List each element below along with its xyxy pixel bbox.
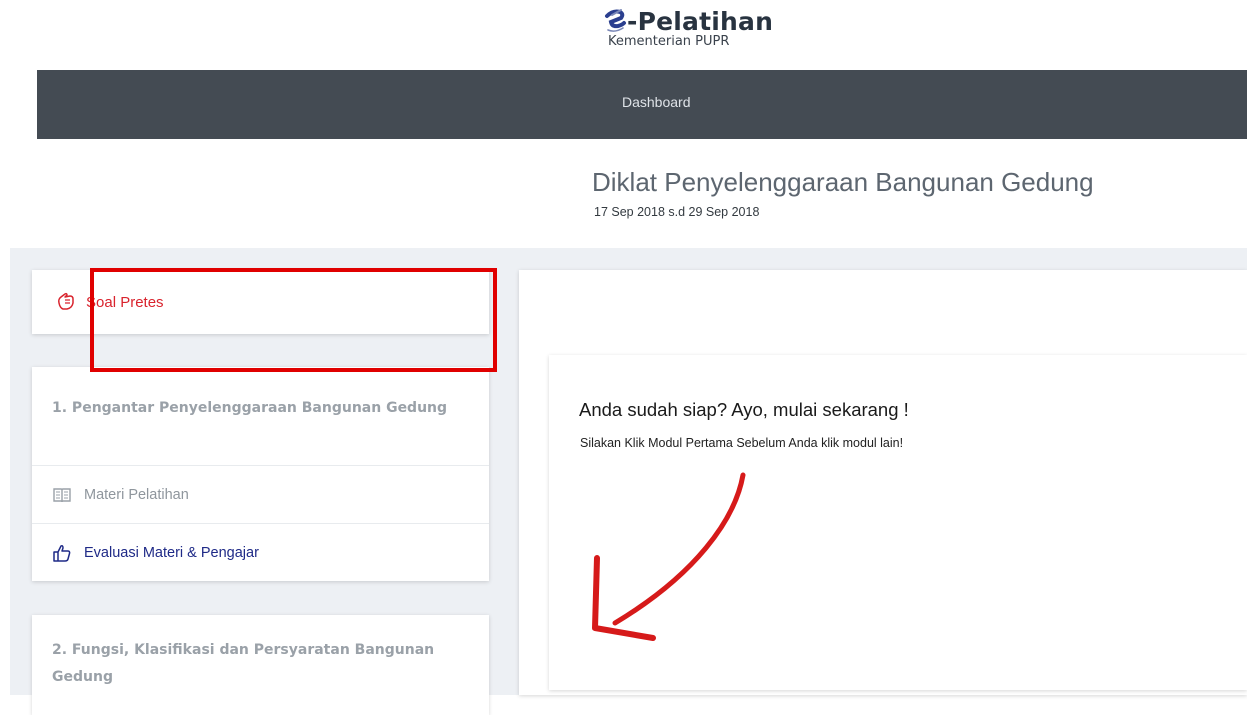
materi-pelatihan-item[interactable]: Materi Pelatihan: [32, 465, 489, 524]
course-dates: 17 Sep 2018 s.d 29 Sep 2018: [594, 205, 760, 219]
pretest-hand-icon: [58, 292, 74, 310]
brand-logo-icon: [605, 9, 626, 32]
materi-pelatihan-label: Materi Pelatihan: [84, 487, 189, 503]
module-title: 1. Pengantar Penyelenggaraan Bangunan Ge…: [52, 400, 448, 416]
module-title: 2. Fungsi, Klasifikasi dan Persyaratan B…: [52, 642, 435, 685]
info-subtext: Silakan Klik Modul Pertama Sebelum Anda …: [580, 436, 904, 450]
nav-dashboard-link[interactable]: Dashboard: [622, 94, 691, 110]
red-arrow-annotation: [592, 472, 746, 641]
course-title: Diklat Penyelenggaraan Bangunan Gedung: [592, 167, 1094, 197]
evaluasi-item[interactable]: Evaluasi Materi & Pengajar: [32, 523, 489, 582]
module-card: 2. Fungsi, Klasifikasi dan Persyaratan B…: [32, 615, 489, 715]
brand-name: -Pelatihan: [627, 6, 774, 36]
info-heading: Anda sudah siap? Ayo, mulai sekarang !: [579, 399, 909, 420]
evaluasi-label: Evaluasi Materi & Pengajar: [84, 545, 259, 561]
main-navbar: Dashboard: [37, 70, 1247, 139]
pretest-highlight-box: [90, 268, 497, 372]
brand-subtitle: Kementerian PUPR: [608, 34, 730, 49]
brand[interactable]: -Pelatihan Kementerian PUPR: [603, 6, 843, 49]
thumbs-up-icon: [53, 545, 71, 562]
book-icon: [53, 488, 71, 503]
